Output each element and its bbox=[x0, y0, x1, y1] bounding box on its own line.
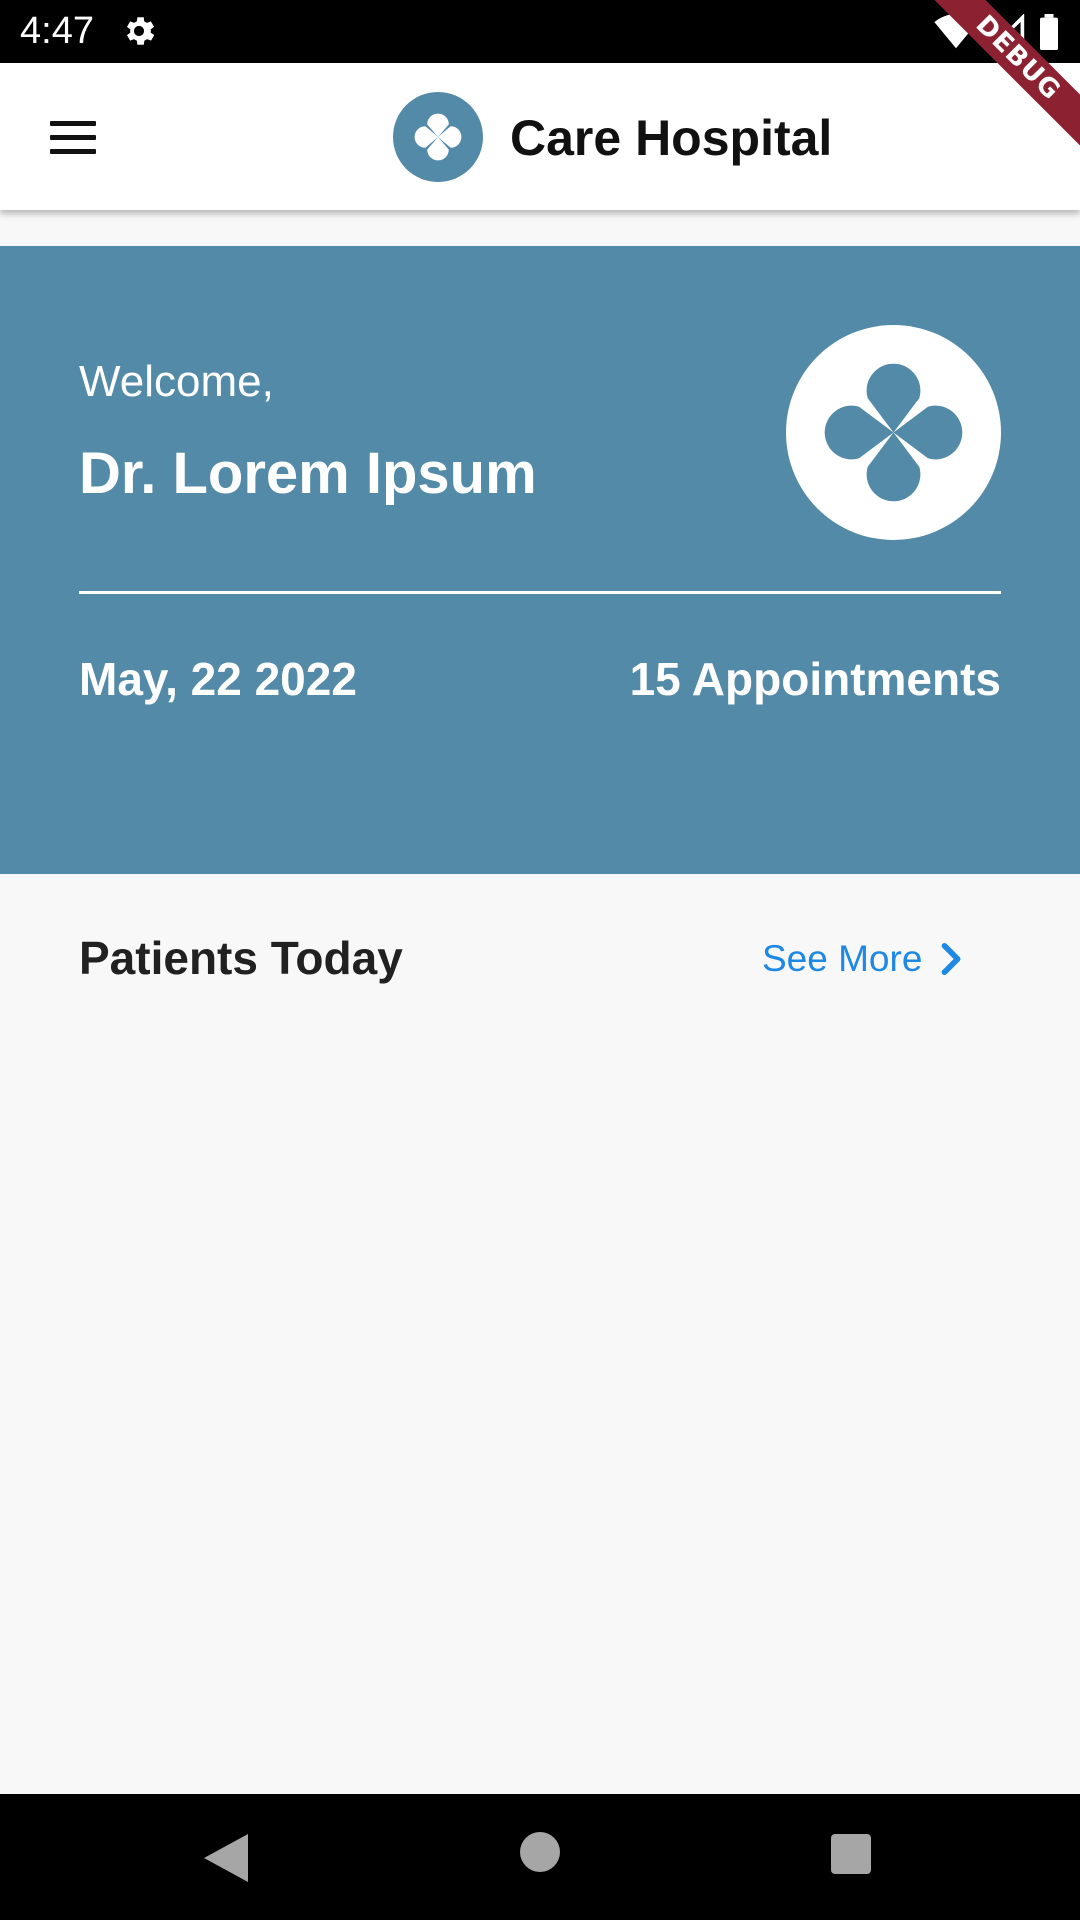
app-title: Care Hospital bbox=[510, 110, 833, 166]
see-more-button[interactable]: See More bbox=[762, 933, 964, 985]
status-bar: 4:47 bbox=[0, 0, 1080, 63]
doctor-name: Dr. Lorem Ipsum bbox=[79, 441, 537, 506]
welcome-greeting: Welcome, bbox=[79, 357, 274, 406]
banner-divider bbox=[79, 591, 1001, 594]
settings-icon bbox=[126, 17, 155, 45]
system-nav-bar bbox=[0, 1794, 1080, 1920]
welcome-card: Welcome, Dr. Lorem Ipsum May, 22 2022 15… bbox=[0, 246, 1080, 874]
back-icon[interactable] bbox=[204, 1834, 248, 1882]
see-more-label: See More bbox=[762, 938, 923, 979]
home-icon[interactable] bbox=[520, 1832, 560, 1872]
app-screen: 4:47 DEBUG Care Hospital Welcome, Dr. Lo… bbox=[0, 0, 1080, 1920]
recents-icon[interactable] bbox=[831, 1834, 871, 1874]
appointment-count: 15 Appointments bbox=[629, 653, 1001, 705]
hamburger-menu-icon[interactable] bbox=[36, 103, 110, 173]
clover-logo-icon bbox=[786, 325, 1001, 540]
app-bar: Care Hospital bbox=[0, 63, 1080, 210]
clover-logo-icon bbox=[393, 92, 483, 182]
patients-today-title: Patients Today bbox=[79, 932, 403, 984]
status-time: 4:47 bbox=[20, 10, 94, 52]
chevron-right-icon bbox=[942, 942, 961, 976]
battery-icon bbox=[1040, 14, 1058, 50]
appointment-date: May, 22 2022 bbox=[79, 653, 357, 705]
